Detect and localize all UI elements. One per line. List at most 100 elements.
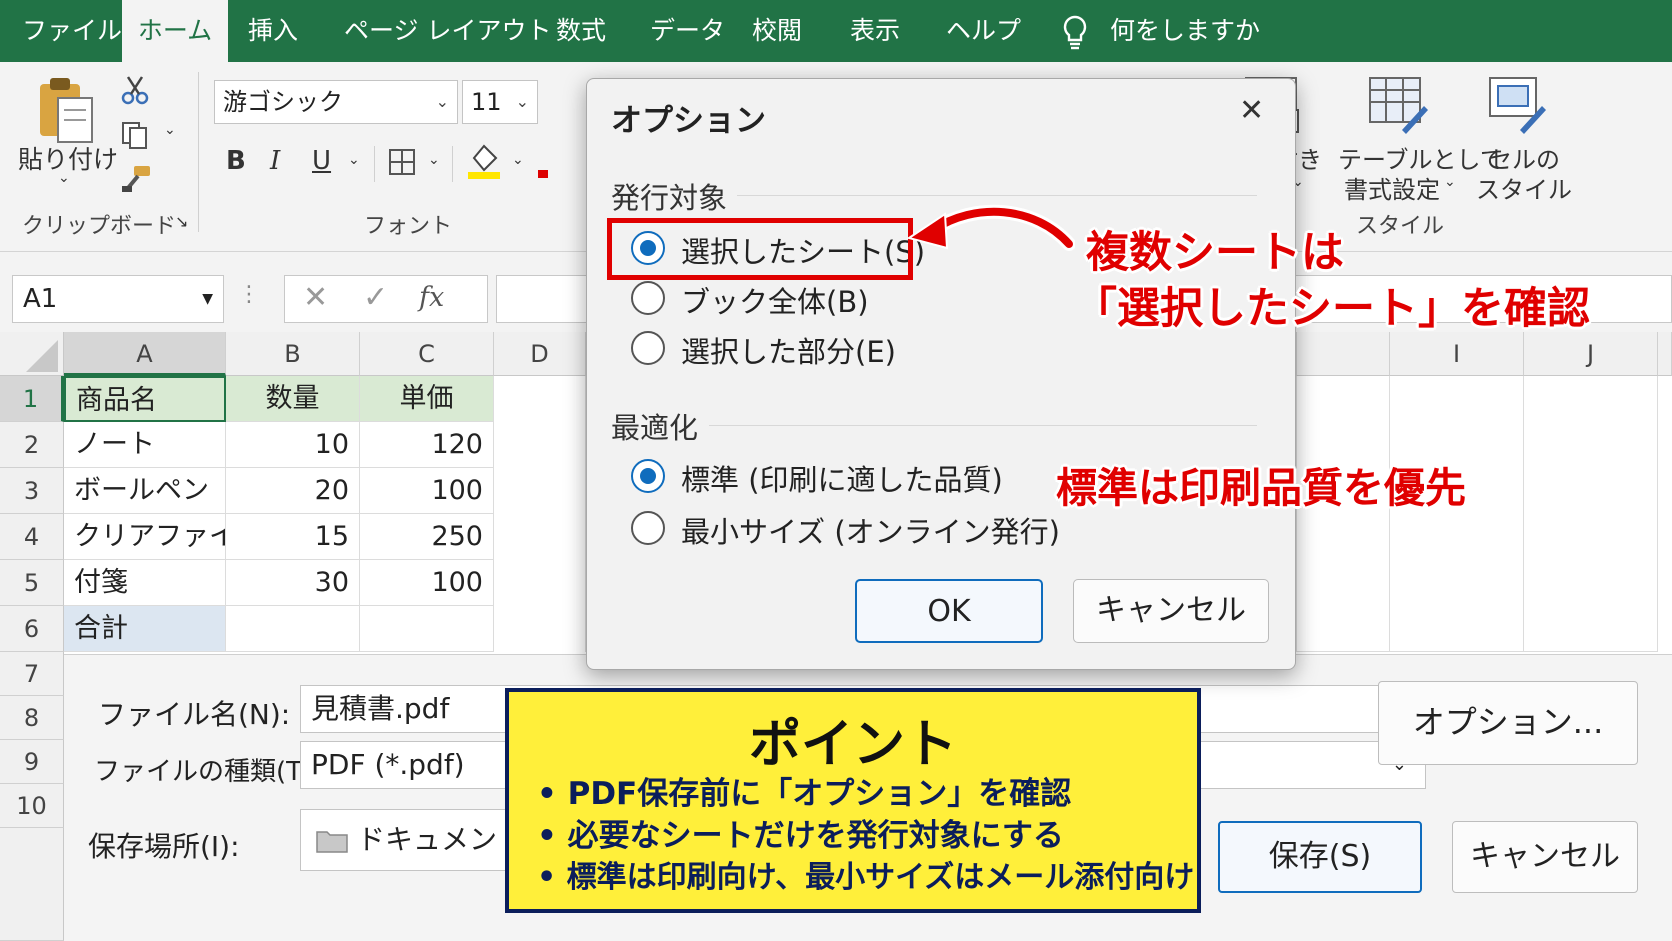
row-header-4[interactable]: 4 <box>0 514 64 560</box>
cell-c5[interactable]: 100 <box>360 560 494 606</box>
close-icon[interactable]: ✕ <box>1239 93 1264 128</box>
row-header-7[interactable]: 7 <box>0 652 64 696</box>
tab-data[interactable]: データ <box>650 0 725 62</box>
copy-icon[interactable] <box>120 120 150 154</box>
copy-dropdown-chevron-icon[interactable]: ⌄ <box>164 122 176 138</box>
font-color-icon[interactable] <box>538 170 548 178</box>
lightbulb-icon[interactable] <box>1060 14 1090 54</box>
column-j-cells[interactable] <box>1524 376 1658 652</box>
radio-entire-workbook-label[interactable]: ブック全体(B) <box>681 279 869 321</box>
clipboard-launcher-icon[interactable]: ↘ <box>175 212 188 231</box>
options-button[interactable]: オプション... <box>1378 681 1638 765</box>
cell-a1[interactable]: 商品名 <box>64 376 226 422</box>
row-header-10[interactable]: 10 <box>0 784 64 828</box>
column-header-b[interactable]: B <box>226 332 360 376</box>
tab-file[interactable]: ファイル <box>22 0 122 62</box>
column-d-cells[interactable] <box>494 376 586 652</box>
cell-c6[interactable] <box>360 606 494 652</box>
underline-button[interactable]: U <box>312 146 331 176</box>
radio-standard[interactable] <box>631 459 665 493</box>
chevron-down-icon[interactable]: ⌄ <box>1444 174 1456 190</box>
cell-c2[interactable]: 120 <box>360 422 494 468</box>
cell-a3[interactable]: ボールペン <box>64 468 226 514</box>
borders-icon[interactable] <box>388 148 416 180</box>
filetype-label: ファイルの種類(T): <box>94 757 321 787</box>
radio-entire-workbook[interactable] <box>631 281 665 315</box>
column-header-c[interactable]: C <box>360 332 494 376</box>
radio-selection[interactable] <box>631 331 665 365</box>
cell-b6[interactable] <box>226 606 360 652</box>
fill-color-dropdown-chevron-icon[interactable]: ⌄ <box>512 152 524 168</box>
cell-a4[interactable]: クリアファイル <box>64 514 226 560</box>
column-header-i[interactable]: I <box>1390 332 1524 376</box>
format-painter-icon[interactable] <box>120 164 152 198</box>
chevron-down-icon[interactable]: ▼ <box>202 276 213 322</box>
cell-styles-label-2[interactable]: スタイル <box>1476 170 1572 205</box>
font-size-combo[interactable]: 11 ⌄ <box>462 80 538 124</box>
cell-c4[interactable]: 250 <box>360 514 494 560</box>
row-header-8[interactable]: 8 <box>0 696 64 740</box>
chevron-down-icon[interactable]: ⌄ <box>516 81 529 123</box>
format-as-table-label-2[interactable]: 書式設定 <box>1344 170 1440 205</box>
cell-b3[interactable]: 20 <box>226 468 360 514</box>
cell-b5[interactable]: 30 <box>226 560 360 606</box>
row-header-6[interactable]: 6 <box>0 606 64 652</box>
row-header-2[interactable]: 2 <box>0 422 64 468</box>
confirm-entry-icon[interactable]: ✓ <box>363 280 388 315</box>
tab-formulas[interactable]: 数式 <box>556 0 606 62</box>
row-header-1[interactable]: 1 <box>0 376 64 422</box>
cancel-button[interactable]: キャンセル <box>1452 821 1638 893</box>
font-name-combo[interactable]: 游ゴシック ⌄ <box>214 80 458 124</box>
cancel-entry-icon[interactable]: ✕ <box>303 280 328 315</box>
ok-button[interactable]: OK <box>855 579 1043 643</box>
paste-dropdown-chevron-icon[interactable]: ⌄ <box>58 170 70 186</box>
column-i-cells[interactable] <box>1390 376 1524 652</box>
format-as-table-icon[interactable] <box>1368 76 1428 138</box>
tab-view[interactable]: 表示 <box>850 0 900 62</box>
tab-insert[interactable]: 挿入 <box>248 0 298 62</box>
underline-dropdown-chevron-icon[interactable]: ⌄ <box>348 152 360 168</box>
cell-a2[interactable]: ノート <box>64 422 226 468</box>
column-header-h[interactable] <box>1296 332 1390 376</box>
italic-button[interactable]: I <box>270 146 280 176</box>
row-header-9[interactable]: 9 <box>0 740 64 784</box>
chevron-down-icon[interactable]: ⌄ <box>436 81 449 123</box>
insert-function-button[interactable]: fx <box>419 282 444 313</box>
column-h-cells[interactable] <box>1296 376 1390 652</box>
radio-minimum-size[interactable] <box>631 511 665 545</box>
tab-help[interactable]: ヘルプ <box>946 0 1021 62</box>
cut-icon[interactable] <box>120 74 150 110</box>
cell-b1[interactable]: 数量 <box>226 376 360 422</box>
fill-color-icon[interactable] <box>466 142 502 184</box>
column-header-a[interactable]: A <box>64 332 226 376</box>
tab-page-layout[interactable]: ページ レイアウト <box>344 0 551 62</box>
cell-b2[interactable]: 10 <box>226 422 360 468</box>
bold-button[interactable]: B <box>226 146 246 176</box>
tab-review[interactable]: 校閲 <box>752 0 802 62</box>
tab-home[interactable]: ホーム <box>122 0 228 62</box>
select-all-corner[interactable] <box>0 332 64 376</box>
borders-dropdown-chevron-icon[interactable]: ⌄ <box>428 152 440 168</box>
more-options-icon[interactable]: ⋮ <box>238 282 260 307</box>
column-header-d[interactable]: D <box>494 332 586 376</box>
dialog-cancel-button[interactable]: キャンセル <box>1073 579 1269 643</box>
cell-c3[interactable]: 100 <box>360 468 494 514</box>
radio-selection-label[interactable]: 選択した部分(E) <box>681 329 896 371</box>
name-box[interactable]: A1 ▼ <box>12 275 224 323</box>
cell-a5[interactable]: 付箋 <box>64 560 226 606</box>
point-summary-box: ポイント • PDF保存前に「オプション」を確認 • 必要なシートだけを発行対象… <box>505 688 1201 913</box>
location-select[interactable]: ドキュメント <box>300 809 510 871</box>
column-header-k[interactable] <box>1658 332 1672 376</box>
radio-minimum-size-label[interactable]: 最小サイズ (オンライン発行) <box>681 509 1060 551</box>
save-button[interactable]: 保存(S) <box>1218 821 1422 893</box>
row-header-3[interactable]: 3 <box>0 468 64 514</box>
radio-standard-label[interactable]: 標準 (印刷に適した品質) <box>681 457 1003 499</box>
cell-styles-icon[interactable] <box>1488 76 1546 138</box>
cell-a6[interactable]: 合計 <box>64 606 226 652</box>
cell-b4[interactable]: 15 <box>226 514 360 560</box>
column-header-j[interactable]: J <box>1524 332 1658 376</box>
paste-icon[interactable] <box>36 74 98 150</box>
cell-c1[interactable]: 単価 <box>360 376 494 422</box>
tell-me-search[interactable]: 何をしますか <box>1110 0 1260 62</box>
row-header-5[interactable]: 5 <box>0 560 64 606</box>
